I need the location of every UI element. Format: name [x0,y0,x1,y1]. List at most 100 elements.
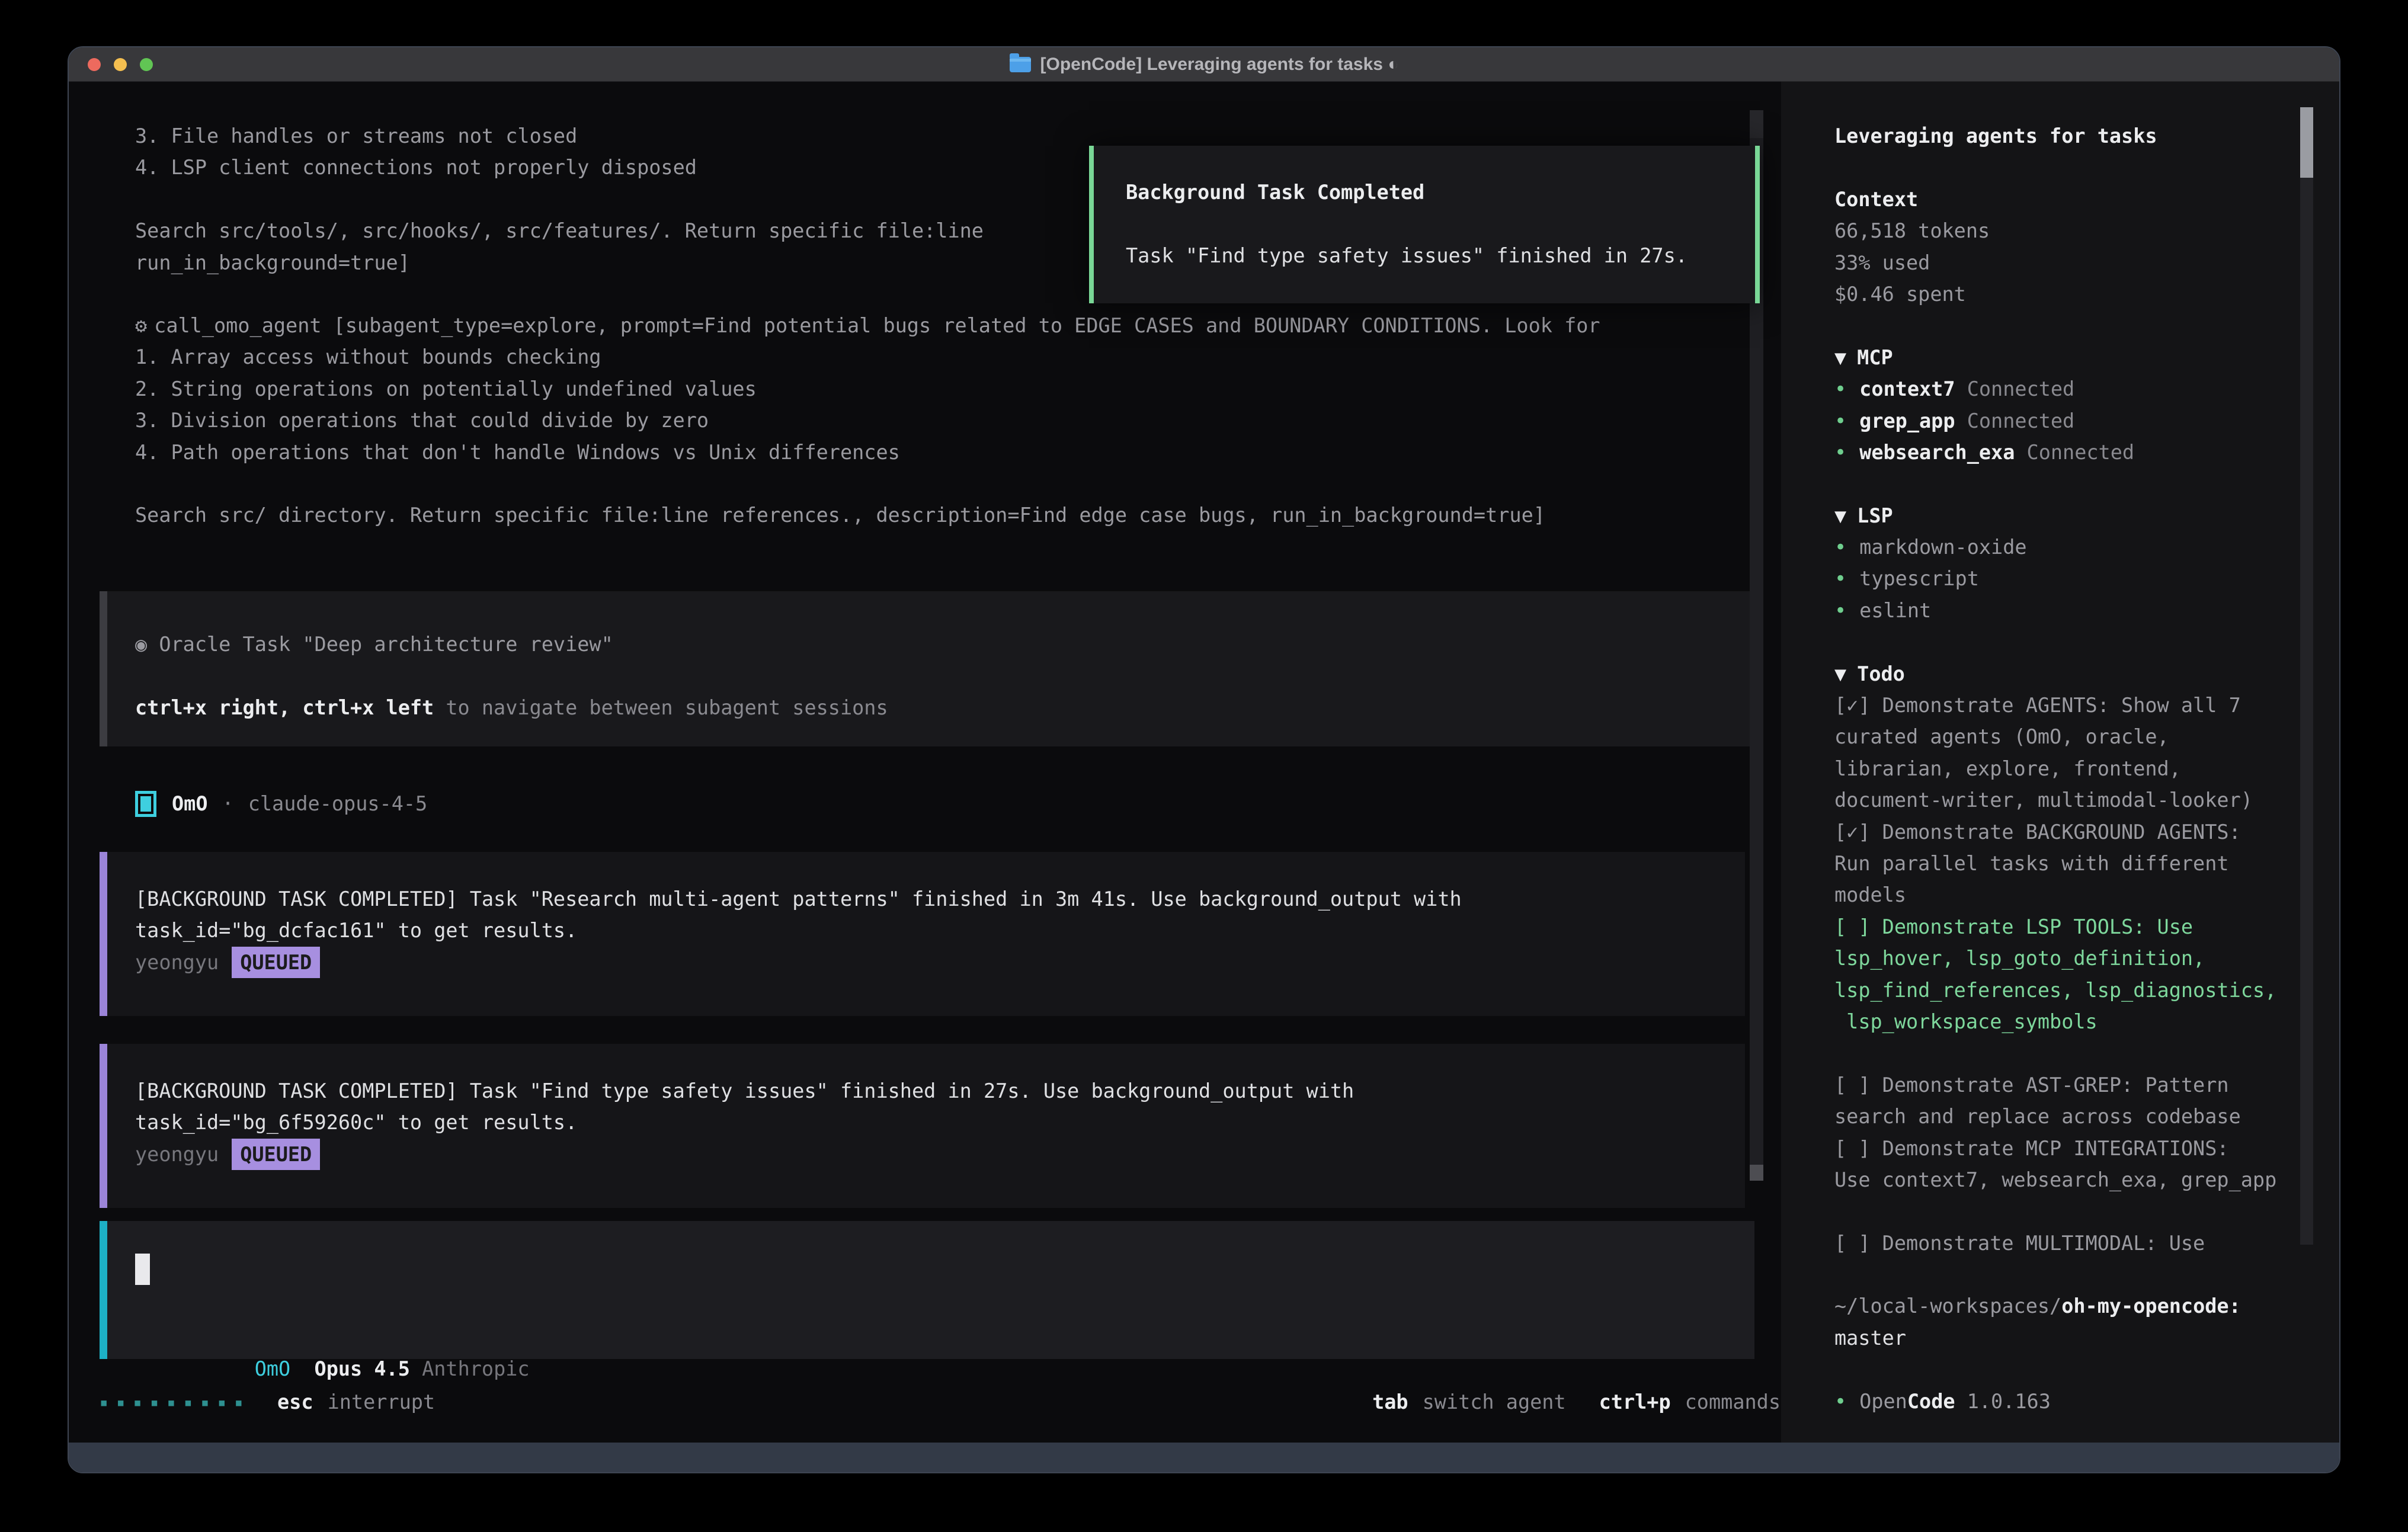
todo-item-pending: [ ] Demonstrate AST-GREP: Pattern search… [1834,1069,2339,1133]
commands-label: commands [1685,1390,1781,1414]
lsp-item-name: markdown-oxide [1859,536,2026,559]
oracle-icon: ◉ [135,633,147,656]
gear-icon: ⚙ [135,314,147,337]
status-badge: QUEUED [232,947,320,978]
main-scrollbar-thumb[interactable] [1750,1165,1763,1181]
blank-line [135,660,1754,691]
lsp-item: •markdown-oxide [1834,531,2339,563]
input-model: Opus 4.5 [315,1357,410,1380]
todo-line: document-writer, multimodal-looker) [1834,784,2339,816]
bullet-icon: • [1834,567,1846,590]
message-user: yeongyu [135,1143,219,1166]
blank-line [1834,1259,2339,1290]
version-name-dim: Open [1859,1390,1907,1413]
message-user: yeongyu [135,951,219,974]
blank-line [1834,1196,2339,1227]
bullet-icon: • [1834,409,1846,432]
terminal-main-pane: 3. File handles or streams not closed 4.… [69,82,1781,1443]
opencode-version: •OpenCode 1.0.163 [1834,1386,2339,1417]
status-bar: ▪▪▪▪▪▪▪▪▪ esc interrupt tabswitch agent … [100,1386,1781,1418]
tool-call-text: call_omo_agent [subagent_type=explore, p… [154,314,1600,337]
todo-line: [✓] Demonstrate BACKGROUND AGENTS: [1834,816,2339,848]
mcp-item: •websearch_exa Connected [1834,437,2339,468]
message-line: [BACKGROUND TASK COMPLETED] Task "Resear… [135,883,1745,915]
context-used: 33% used [1834,247,2339,278]
blank-line [135,468,1600,499]
blank-line [1834,1037,2339,1069]
chevron-down-icon: ▼ [1834,662,1846,685]
status-badge: QUEUED [232,1139,320,1170]
tab-label: switch agent [1423,1390,1566,1414]
traffic-lights [69,58,153,71]
agent-separator: · [222,792,234,815]
background-task-message: [BACKGROUND TASK COMPLETED] Task "Resear… [100,852,1745,1016]
tool-call-header: ⚙ call_omo_agent [subagent_type=explore, … [135,310,1600,341]
message-line: task_id="bg_6f59260c" to get results. [135,1107,1745,1138]
oracle-hint-line: ctrl+x right, ctrl+x left to navigate be… [135,692,1754,723]
sidebar-session-title: Leveraging agents for tasks [1834,120,2339,152]
message-line: task_id="bg_dcfac161" to get results. [135,915,1745,946]
todo-line: lsp_find_references, lsp_diagnostics, [1834,975,2339,1006]
notification-title: Background Task Completed [1126,177,1755,208]
tool-call-item: 4. Path operations that don't handle Win… [135,437,1600,468]
message-line: [BACKGROUND TASK COMPLETED] Task "Find t… [135,1075,1745,1107]
desktop: { "titlebar": { "title": "[OpenCode] Lev… [0,0,2408,1532]
context-tokens: 66,518 tokens [1834,215,2339,246]
mcp-heading-label: MCP [1857,346,1893,369]
scrollback-block: 3. File handles or streams not closed 4.… [135,120,984,278]
todo-item-done: [✓] Demonstrate BACKGROUND AGENTS: Run p… [1834,816,2339,911]
context-spent: $0.46 spent [1834,278,2339,310]
esc-key-hint: esc [277,1390,313,1414]
bullet-icon: • [1834,599,1846,622]
todo-item-pending: [ ] Demonstrate MULTIMODAL: Use [1834,1227,2339,1259]
mcp-item-name: grep_app [1859,409,1955,432]
message-meta: yeongyu QUEUED [135,1139,1745,1170]
oracle-hint-keys: ctrl+x right, ctrl+x left [135,696,434,719]
context-heading: Context [1834,184,2339,215]
blank-line [1834,152,2339,183]
lsp-section-heading[interactable]: ▼ LSP [1834,500,2339,531]
status-left: ▪▪▪▪▪▪▪▪▪ esc interrupt [100,1390,435,1414]
zoom-button[interactable] [140,58,153,71]
blank-line [1834,310,2339,341]
main-scrollbar-thumb-top[interactable] [1750,110,1763,138]
input-provider: Anthropic [422,1357,530,1380]
window-body: 3. File handles or streams not closed 4.… [69,82,2339,1443]
todo-line: [ ] Demonstrate LSP TOOLS: Use [1834,911,2339,943]
agent-name: OmO [172,792,208,815]
mcp-item-status: Connected [1967,377,2075,400]
todo-section-heading[interactable]: ▼ Todo [1834,658,2339,690]
oracle-title-line: ◉ Oracle Task "Deep architecture review" [135,629,1754,660]
window-title-area: [OpenCode] Leveraging agents for tasks ◐ [69,47,2339,81]
close-button[interactable] [88,58,101,71]
mcp-item-name: websearch_exa [1859,441,2015,464]
notification-body: Task "Find type safety issues" finished … [1126,240,1755,271]
chevron-down-icon: ▼ [1834,346,1846,369]
minimize-button[interactable] [114,58,127,71]
chevron-down-icon: ▼ [1834,504,1846,527]
mcp-item-status: Connected [1967,409,2075,432]
todo-line: curated agents (OmO, oracle, [1834,721,2339,752]
scrollback-line [135,184,984,215]
background-task-message: [BACKGROUND TASK COMPLETED] Task "Find t… [100,1044,1745,1208]
oracle-hint-text: to navigate between subagent sessions [434,696,888,719]
branch-name: master [1834,1326,1906,1350]
sidebar-scrollbar[interactable] [2300,107,2313,1245]
scrollback-line: Search src/tools/, src/hooks/, src/featu… [135,215,984,246]
prompt-input[interactable]: OmO Opus 4.5 Anthropic [100,1221,1754,1359]
sidebar-scrollbar-thumb[interactable] [2300,107,2313,178]
text-cursor [135,1254,150,1285]
todo-heading-label: Todo [1857,662,1905,685]
workspace-path-prefix: ~/local-workspaces/ [1834,1294,2061,1318]
spinner-dots-icon: ▪▪▪▪▪▪▪▪▪ [100,1394,251,1411]
mcp-section-heading[interactable]: ▼ MCP [1834,342,2339,373]
agent-model-line: OmO · claude-opus-4-5 [135,788,427,819]
todo-line: [✓] Demonstrate AGENTS: Show all 7 [1834,690,2339,721]
todo-item-done: [✓] Demonstrate AGENTS: Show all 7 curat… [1834,690,2339,816]
lsp-heading-label: LSP [1857,504,1893,527]
window-titlebar[interactable]: [OpenCode] Leveraging agents for tasks ◐ [69,47,2339,82]
scrollback-line: run_in_background=true] [135,247,984,278]
bullet-icon: • [1834,377,1846,400]
ctrl-p-key: ctrl+p [1599,1390,1671,1414]
omo-agent-icon [135,791,156,817]
